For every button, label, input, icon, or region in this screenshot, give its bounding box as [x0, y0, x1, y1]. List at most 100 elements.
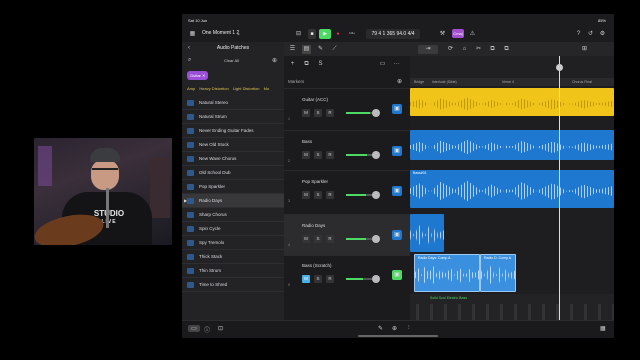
- region-radio-days-1[interactable]: Radio Days: Comp A: [414, 254, 480, 292]
- patch-item[interactable]: New Old Stock: [182, 138, 284, 152]
- record-button[interactable]: ●: [334, 29, 342, 39]
- add-icon[interactable]: ⊕: [272, 57, 277, 64]
- wrench-icon[interactable]: ⚒: [438, 30, 447, 39]
- automation-icon[interactable]: ⧉: [488, 45, 497, 54]
- scissors-icon[interactable]: ✂: [474, 45, 483, 54]
- category-amp[interactable]: Amp: [187, 86, 195, 91]
- patch-item[interactable]: Thick Stack: [182, 250, 284, 264]
- clear-all-button[interactable]: Clear All: [224, 58, 239, 63]
- mute-button[interactable]: M: [302, 235, 310, 243]
- marker-chorus-final[interactable]: Chorus Final: [572, 78, 592, 86]
- track-header[interactable]: Radio Days 4 M S R ▣: [284, 214, 410, 256]
- add-track-icon[interactable]: +: [288, 60, 297, 69]
- snap-icon[interactable]: ⌂: [460, 45, 469, 54]
- pointer-tool-icon[interactable]: ⇥: [418, 45, 438, 54]
- duplicate-icon[interactable]: ⧉: [302, 60, 311, 69]
- edit-icon[interactable]: ✎: [316, 45, 325, 54]
- copy-icon[interactable]: ⧉: [502, 45, 511, 54]
- instrument-icon[interactable]: ▣: [392, 270, 402, 280]
- track-header[interactable]: Bass 2 M S R ▣: [284, 130, 410, 172]
- patch-item[interactable]: Spy Tremolo: [182, 236, 284, 250]
- volume-slider[interactable]: [346, 194, 374, 196]
- patch-item[interactable]: Pop Sparkler: [182, 180, 284, 194]
- volume-knob[interactable]: [372, 151, 380, 159]
- solo-all-icon[interactable]: S: [316, 60, 325, 69]
- plugins-icon[interactable]: ⊕: [392, 325, 397, 332]
- track-header[interactable]: Bass (Scratch) 5 M S R ▣: [284, 254, 410, 296]
- instrument-icon[interactable]: ▣: [392, 186, 402, 196]
- region-radio-days-2[interactable]: Radio D: Comp A: [480, 254, 516, 292]
- region-bass-2[interactable]: Bass#01: [410, 170, 614, 208]
- track-header[interactable]: Pop Sparkler 3 M S R ▣: [284, 170, 410, 212]
- volume-knob[interactable]: [372, 109, 380, 117]
- wire-icon[interactable]: ⟋: [330, 45, 339, 54]
- playhead-handle[interactable]: [556, 64, 563, 71]
- loops-icon[interactable]: ⊡: [218, 325, 223, 332]
- region-bass-1[interactable]: [410, 130, 614, 160]
- search-icon[interactable]: ⌕: [188, 57, 191, 64]
- record-enable-button[interactable]: R: [326, 191, 334, 199]
- patch-item[interactable]: Time to Shred: [182, 278, 284, 292]
- pencil-icon[interactable]: ✎: [378, 325, 383, 332]
- settings-icon[interactable]: ⚙: [598, 30, 607, 39]
- track-view-icon[interactable]: ▭: [378, 60, 387, 69]
- patch-item[interactable]: Natural Strum: [182, 110, 284, 124]
- solo-button[interactable]: S: [314, 109, 322, 117]
- my-songs-icon[interactable]: ▦: [188, 30, 197, 39]
- back-icon[interactable]: ‹: [188, 42, 190, 54]
- metronome-icon[interactable]: ⚠: [468, 30, 477, 39]
- instrument-icon[interactable]: ▣: [392, 230, 402, 240]
- volume-knob[interactable]: [372, 235, 380, 243]
- record-enable-button[interactable]: R: [326, 235, 334, 243]
- tracks-view-icon[interactable]: ▤: [302, 45, 311, 54]
- category-light-distortion[interactable]: Light Distortion: [233, 86, 260, 91]
- marker-interlude[interactable]: Interlude (Slide): [432, 78, 457, 86]
- patch-item[interactable]: Spin Cycle: [182, 222, 284, 236]
- patch-item[interactable]: Natural Stereo: [182, 96, 284, 110]
- mute-button[interactable]: M: [302, 275, 310, 283]
- patch-item[interactable]: Thin Strum: [182, 264, 284, 278]
- keyboard-icon[interactable]: ▦: [600, 325, 606, 332]
- solo-button[interactable]: S: [314, 275, 322, 283]
- record-enable-button[interactable]: R: [326, 109, 334, 117]
- playhead[interactable]: [559, 56, 560, 320]
- patch-item[interactable]: Never Ending Guitar Fades: [182, 124, 284, 138]
- mute-button[interactable]: M: [302, 151, 310, 159]
- marker-verse-4[interactable]: Verse 4: [502, 78, 514, 86]
- stop-button[interactable]: ■: [308, 29, 316, 39]
- library-toggle-icon[interactable]: ▭: [188, 325, 200, 332]
- patch-item[interactable]: Old School Dub: [182, 166, 284, 180]
- volume-knob[interactable]: [372, 191, 380, 199]
- region-bass-scratch[interactable]: Solid Soul Electric Bass: [410, 294, 614, 320]
- solo-button[interactable]: S: [314, 191, 322, 199]
- eq-icon[interactable]: ⫶: [408, 325, 410, 332]
- volume-slider[interactable]: [346, 278, 374, 280]
- mute-button[interactable]: M: [302, 109, 310, 117]
- patch-item[interactable]: New Wave Chorus: [182, 152, 284, 166]
- record-enable-button[interactable]: R: [326, 275, 334, 283]
- undo-icon[interactable]: ↺: [586, 30, 595, 39]
- grid-icon[interactable]: ⊞: [580, 45, 589, 54]
- volume-slider[interactable]: [346, 112, 374, 114]
- record-enable-button[interactable]: R: [326, 151, 334, 159]
- lcd-display[interactable]: 79 4 1 365 94.0 4/4: [366, 29, 420, 39]
- mixer-icon[interactable]: ⊟: [294, 30, 303, 39]
- loop-icon[interactable]: ⟳: [446, 45, 455, 54]
- patch-item[interactable]: Sharp Chorus: [182, 208, 284, 222]
- filter-chip-guitar[interactable]: Guitar ✕: [187, 71, 209, 80]
- category-more[interactable]: Mo: [264, 86, 270, 91]
- region-guitar-acc[interactable]: [410, 88, 614, 116]
- solo-button[interactable]: S: [314, 235, 322, 243]
- add-marker-icon[interactable]: ⊕: [395, 78, 404, 87]
- info-icon[interactable]: ⓘ: [204, 325, 210, 334]
- list-icon[interactable]: ☰: [288, 45, 297, 54]
- volume-knob[interactable]: [372, 275, 380, 283]
- mute-button[interactable]: M: [302, 191, 310, 199]
- region-pop-sparkler[interactable]: [410, 214, 444, 252]
- chevron-down-icon[interactable]: ⌄: [234, 30, 243, 39]
- category-heavy-distortion[interactable]: Heavy Distortion: [199, 86, 228, 91]
- help-icon[interactable]: ?: [574, 30, 583, 39]
- instrument-icon[interactable]: ▣: [392, 146, 402, 156]
- patch-item[interactable]: ▶ Radio Days: [182, 194, 284, 208]
- volume-slider[interactable]: [346, 154, 374, 156]
